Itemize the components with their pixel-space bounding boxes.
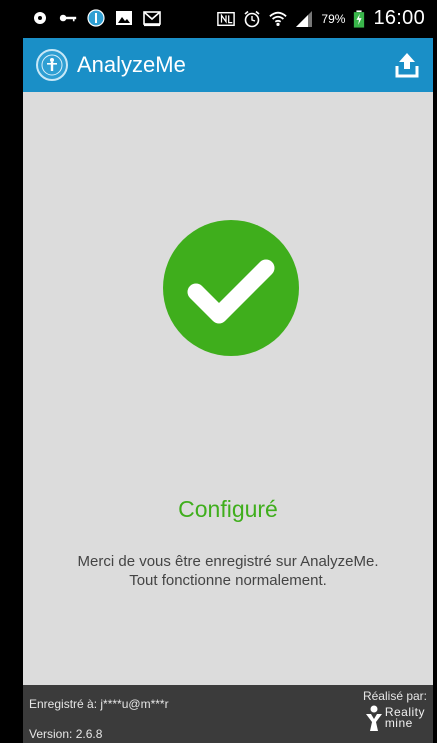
status-bar-left-icons: [31, 9, 161, 27]
status-bar-right-icons: 79% 16:00: [217, 7, 425, 30]
footer: Enregistré à: j****u@m***r Version: 2.6.…: [23, 685, 433, 743]
notification-dot-icon: [34, 12, 46, 24]
upload-share-icon[interactable]: [393, 51, 421, 79]
nfc-icon: [217, 11, 236, 26]
realitymine-logo: Reality mine: [365, 705, 425, 731]
battery-charging-icon: [354, 9, 365, 28]
made-by-label: Réalisé par:: [362, 689, 427, 703]
message-line-2: Tout fonctionne normalement.: [129, 572, 327, 589]
battery-percent: 79%: [321, 11, 346, 26]
success-check-icon: [163, 220, 299, 356]
signal-icon: [296, 10, 313, 27]
status-bar: 79% 16:00: [23, 0, 433, 38]
phone-screen: 79% 16:00 AnalyzeMe Configuré Merci de v…: [23, 0, 433, 743]
status-message: Merci de vous être enregistré sur Analyz…: [23, 552, 433, 590]
realitymine-person-icon: [365, 705, 382, 731]
status-title: Configuré: [178, 496, 278, 522]
message-line-1: Merci de vous être enregistré sur Analyz…: [77, 553, 379, 570]
image-icon: [116, 11, 132, 25]
brand-text: Reality mine: [384, 706, 425, 730]
wifi-icon: [269, 11, 288, 26]
alarm-icon: [244, 10, 260, 27]
app-logo-icon[interactable]: [36, 49, 68, 81]
brand-line-2: mine: [384, 716, 413, 730]
email-icon: [143, 11, 161, 27]
vpn-key-icon: [59, 14, 77, 22]
version-label: Version: 2.6.8: [29, 727, 103, 741]
compass-icon: [87, 9, 105, 27]
clock: 16:00: [373, 7, 425, 29]
app-bar: AnalyzeMe: [23, 38, 433, 92]
app-title: AnalyzeMe: [77, 52, 186, 77]
registered-account: Enregistré à: j****u@m***r: [29, 697, 169, 711]
